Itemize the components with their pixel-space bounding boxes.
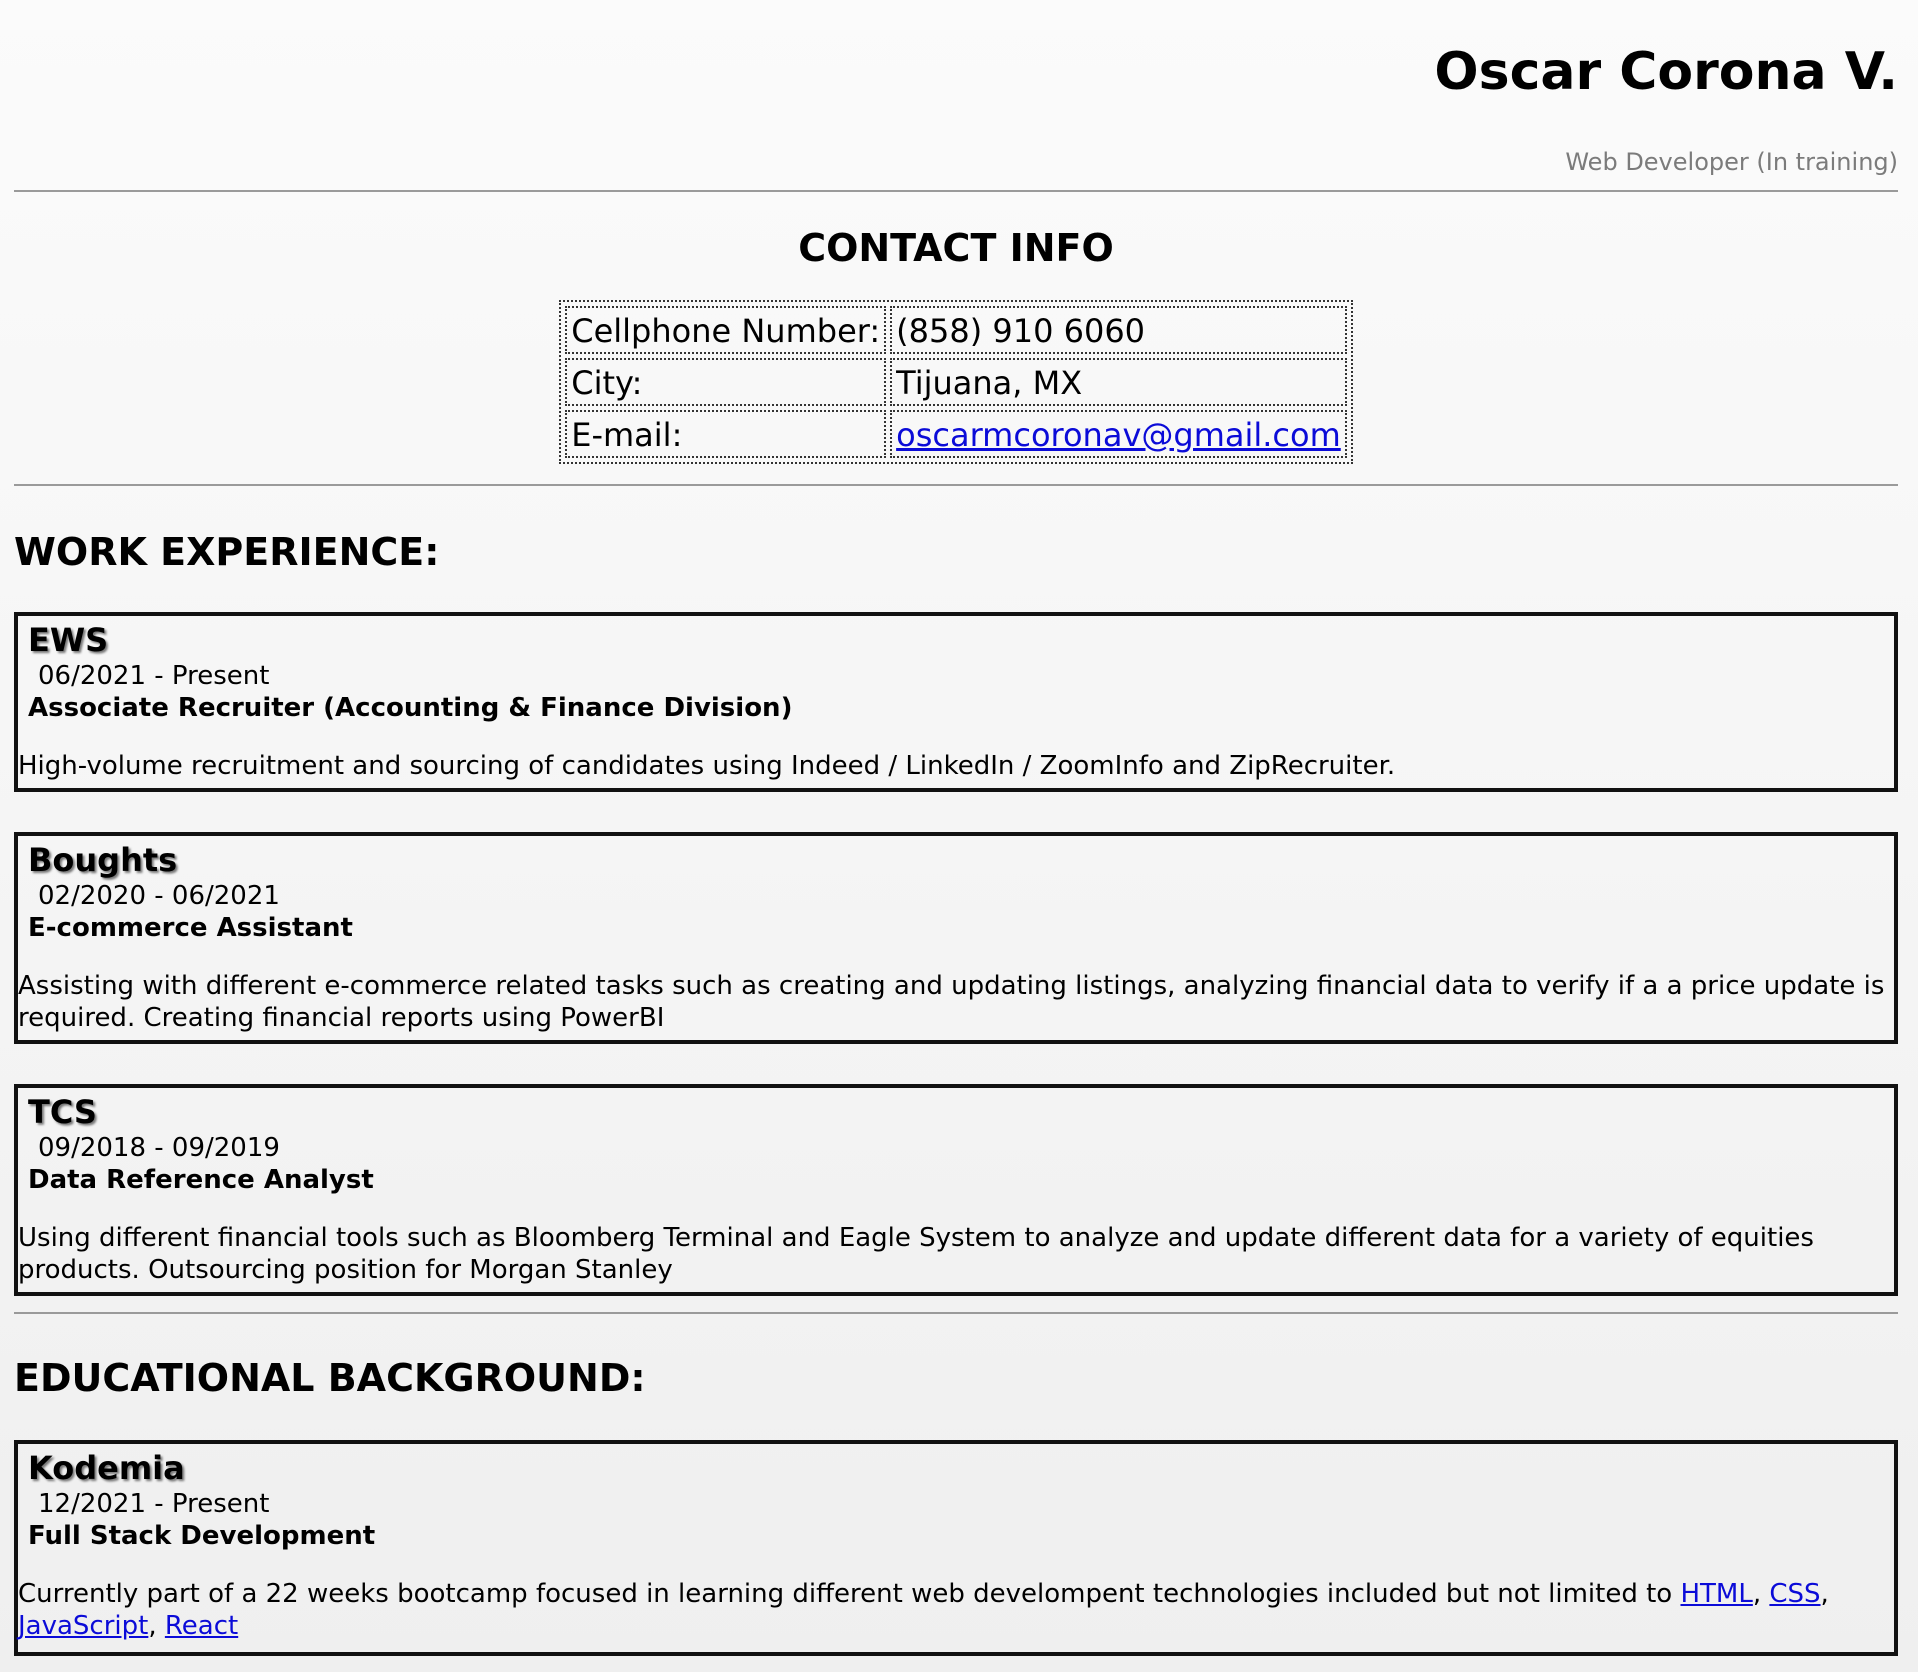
work-card: EWS 06/2021 - Present Associate Recruite… [14, 612, 1898, 792]
contact-value: oscarmcoronav@gmail.com [890, 410, 1347, 458]
company-name: TCS [28, 1093, 97, 1131]
divider [14, 190, 1898, 192]
tech-link-html[interactable]: HTML [1680, 1579, 1752, 1609]
email-link[interactable]: oscarmcoronav@gmail.com [896, 416, 1341, 454]
program-title: Full Stack Development [28, 1521, 376, 1551]
program-description-text: Currently part of a 22 weeks bootcamp fo… [18, 1579, 1673, 1609]
job-description: High-volume recruitment and sourcing of … [18, 751, 1396, 781]
education-card: Kodemia 12/2021 - Present Full Stack Dev… [14, 1440, 1898, 1656]
contact-value: Tijuana, MX [890, 358, 1347, 406]
company-name: EWS [28, 621, 109, 659]
contact-table: Cellphone Number: (858) 910 6060 City: T… [559, 300, 1353, 464]
divider [14, 484, 1898, 486]
link-separator: , [148, 1611, 165, 1641]
date-range: 12/2021 - Present [38, 1489, 270, 1519]
contact-row-phone: Cellphone Number: (858) 910 6060 [565, 306, 1347, 354]
job-title: Associate Recruiter (Accounting & Financ… [28, 693, 793, 723]
contact-value: (858) 910 6060 [890, 306, 1347, 354]
job-title: Data Reference Analyst [28, 1165, 374, 1195]
program-description: Currently part of a 22 weeks bootcamp fo… [18, 1578, 1894, 1642]
page-title: Oscar Corona V. [1434, 42, 1898, 102]
contact-row-city: City: Tijuana, MX [565, 358, 1347, 406]
date-range: 02/2020 - 06/2021 [38, 881, 280, 911]
work-section-title: WORK EXPERIENCE: [14, 530, 440, 574]
subtitle-role: Web Developer (In training) [1565, 148, 1898, 176]
job-description: Assisting with different e-commerce rela… [18, 971, 1885, 1033]
job-title: E-commerce Assistant [28, 913, 353, 943]
work-card: Boughts 02/2020 - 06/2021 E-commerce Ass… [14, 832, 1898, 1044]
contact-label: E-mail: [565, 410, 887, 458]
link-separator: , [1820, 1579, 1829, 1609]
date-range: 09/2018 - 09/2019 [38, 1133, 280, 1163]
job-description: Using different financial tools such as … [18, 1223, 1814, 1285]
resume-page: Oscar Corona V. Web Developer (In traini… [0, 0, 1918, 1672]
date-range: 06/2021 - Present [38, 661, 270, 691]
tech-link-css[interactable]: CSS [1769, 1579, 1820, 1609]
tech-link-react[interactable]: React [165, 1611, 238, 1641]
company-name: Boughts [28, 841, 178, 879]
contact-row-email: E-mail: oscarmcoronav@gmail.com [565, 410, 1347, 458]
link-separator: , [1752, 1579, 1770, 1609]
education-section-title: EDUCATIONAL BACKGROUND: [14, 1356, 646, 1400]
school-name: Kodemia [28, 1449, 185, 1487]
contact-label: City: [565, 358, 887, 406]
contact-section-title: CONTACT INFO [798, 226, 1114, 270]
role-wrap: Web Developer (In training) [14, 148, 1898, 176]
work-card: TCS 09/2018 - 09/2019 Data Reference Ana… [14, 1084, 1898, 1296]
tech-link-javascript[interactable]: JavaScript [18, 1611, 148, 1641]
contact-label: Cellphone Number: [565, 306, 887, 354]
divider [14, 1312, 1898, 1314]
header: Oscar Corona V. [14, 0, 1898, 106]
